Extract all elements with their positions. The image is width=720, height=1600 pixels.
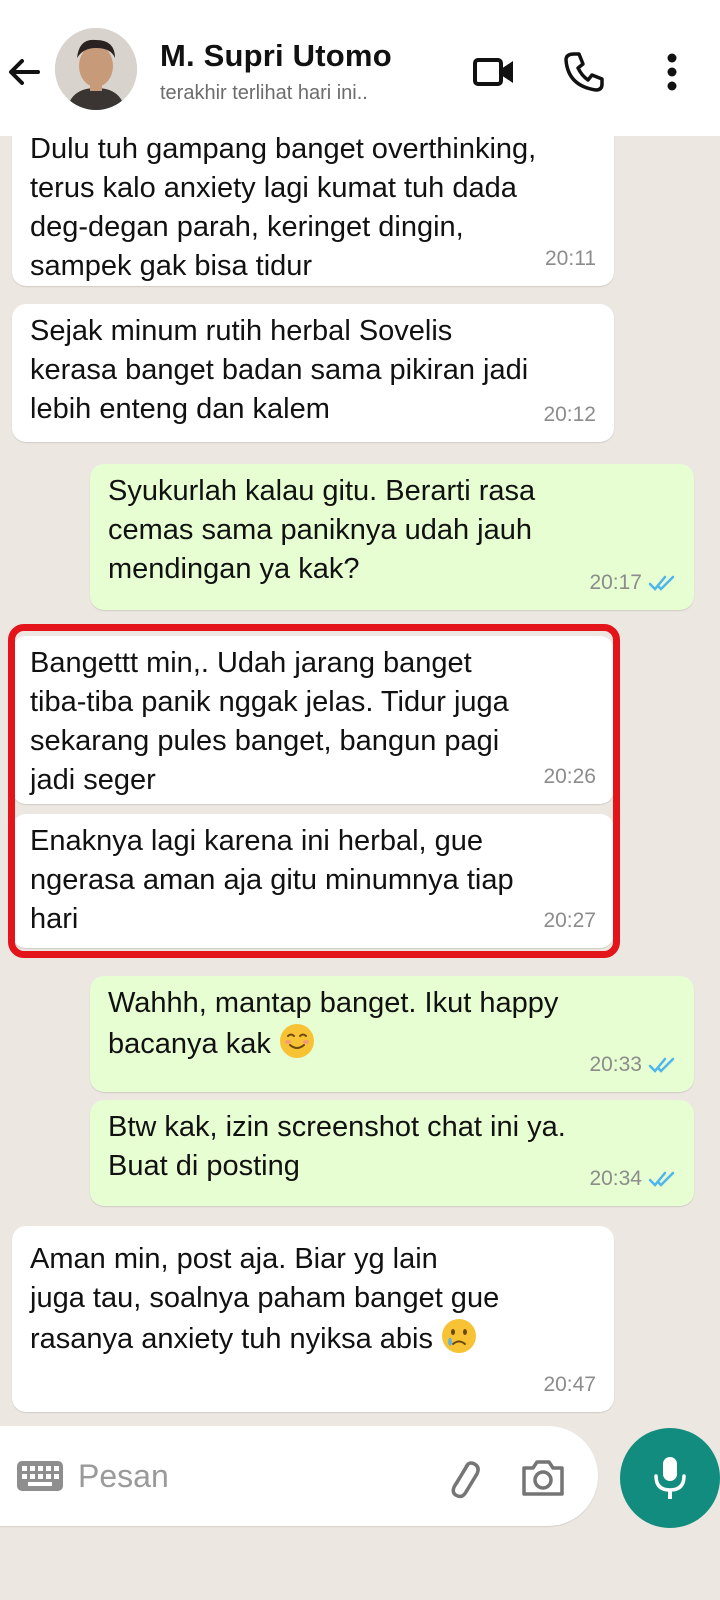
message-input[interactable]: Pesan: [0, 1426, 598, 1526]
voice-call-icon[interactable]: [560, 48, 608, 96]
message-bubble-outgoing[interactable]: Btw kak, izin screenshot chat ini ya. Bu…: [90, 1100, 694, 1206]
microphone-icon: [654, 1457, 686, 1499]
message-bubble-incoming[interactable]: Enaknya lagi karena ini herbal, gue nger…: [12, 814, 614, 948]
video-call-icon[interactable]: [470, 48, 518, 96]
read-receipt-icon: [648, 1171, 675, 1187]
composer-bar: Pesan: [0, 1418, 720, 1600]
message-bubble-incoming[interactable]: Bangettt min,. Udah jarang banget tiba-t…: [12, 636, 614, 804]
timestamp: 20:12: [543, 403, 596, 426]
chat-header: M. Supri Utomo terakhir terlihat hari in…: [0, 0, 720, 136]
voice-record-button[interactable]: [620, 1428, 720, 1528]
message-time: 20:12: [543, 395, 596, 434]
message-text-body: Aman min, post aja. Biar yg lain juga ta…: [30, 1243, 500, 1355]
smiling-face-icon: [279, 1024, 314, 1058]
message-time: 20:17: [589, 563, 676, 602]
avatar[interactable]: [55, 28, 137, 110]
read-receipt-icon: [648, 575, 675, 591]
message-bubble-incoming[interactable]: Sejak minum rutih herbal Sovelis kerasa …: [12, 304, 614, 442]
message-time: 20:27: [543, 901, 596, 940]
timestamp: 20:11: [545, 247, 596, 270]
message-bubble-outgoing[interactable]: Wahhh, mantap banget. Ikut happy bacanya…: [90, 976, 694, 1092]
timestamp: 20:17: [589, 571, 642, 594]
message-bubble-outgoing[interactable]: Syukurlah kalau gitu. Berarti rasa cemas…: [90, 464, 694, 610]
message-time: 20:33: [589, 1045, 676, 1084]
camera-icon[interactable]: [520, 1458, 566, 1498]
more-options-icon[interactable]: [652, 48, 692, 96]
back-arrow-icon[interactable]: [4, 52, 44, 92]
message-text: Aman min, post aja. Biar yg lain juga ta…: [30, 1240, 596, 1359]
timestamp: 20:34: [589, 1167, 642, 1190]
message-bubble-incoming[interactable]: Aman min, post aja. Biar yg lain juga ta…: [12, 1226, 614, 1412]
message-text: Dulu tuh gampang banget overthinking, te…: [30, 136, 537, 282]
message-time: 20:11: [545, 239, 596, 278]
message-time: 20:26: [543, 757, 596, 796]
attachment-icon[interactable]: [440, 1456, 488, 1504]
message-text: Sejak minum rutih herbal Sovelis kerasa …: [30, 315, 529, 425]
message-text: Enaknya lagi karena ini herbal, gue nger…: [30, 825, 514, 935]
keyboard-icon[interactable]: [16, 1460, 64, 1492]
message-text: Bangettt min,. Udah jarang banget tiba-t…: [30, 647, 509, 796]
contact-name[interactable]: M. Supri Utomo: [160, 38, 392, 74]
timestamp: 20:47: [543, 1373, 596, 1396]
timestamp: 20:33: [589, 1053, 642, 1076]
message-placeholder: Pesan: [78, 1458, 169, 1494]
chat-area[interactable]: Dulu tuh gampang banget overthinking, te…: [0, 136, 720, 1450]
last-seen-status: terakhir terlihat hari ini..: [160, 82, 368, 104]
sad-tear-face-icon: [442, 1319, 477, 1353]
message-bubble-incoming[interactable]: Dulu tuh gampang banget overthinking, te…: [12, 136, 614, 286]
message-time: 20:34: [589, 1159, 676, 1198]
message-text-body: Wahhh, mantap banget. Ikut happy bacanya…: [108, 987, 559, 1060]
read-receipt-icon: [648, 1057, 675, 1073]
timestamp: 20:26: [543, 765, 596, 788]
timestamp: 20:27: [543, 909, 596, 932]
message-time: 20:47: [543, 1365, 596, 1404]
